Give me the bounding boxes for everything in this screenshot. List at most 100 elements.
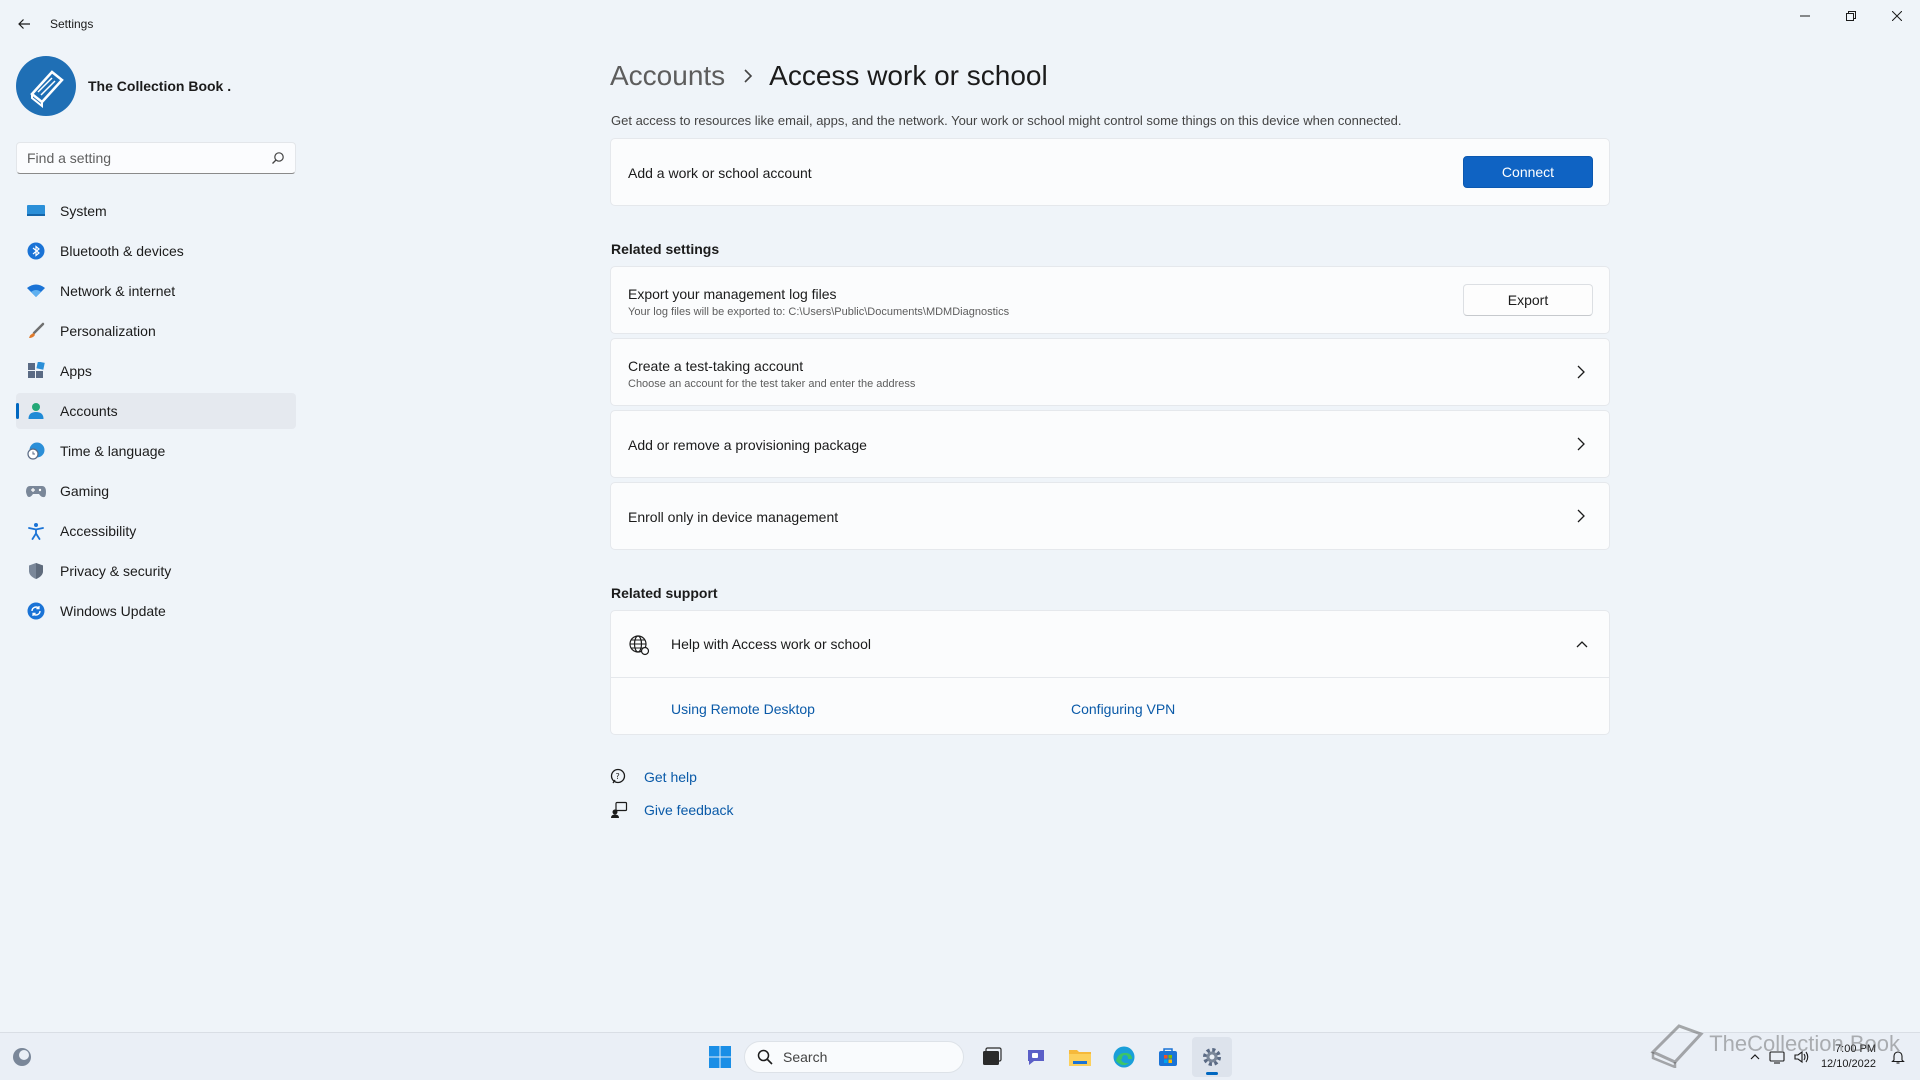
remote-desktop-link[interactable]: Using Remote Desktop [671,701,815,717]
enroll-title: Enroll only in device management [628,509,839,525]
sidebar-item-time-language[interactable]: Time & language [16,433,296,469]
related-support-header: Related support [611,585,718,601]
watermark-text: TheCollection Book [1709,1031,1900,1056]
help-expander[interactable]: Help with Access work or school [611,611,1609,678]
test-taking-account-card[interactable]: Create a test-taking account Choose an a… [610,338,1610,406]
sidebar-item-label: Privacy & security [60,563,172,579]
task-view-button[interactable] [972,1037,1012,1077]
book-watermark-icon [1650,1024,1704,1068]
close-button[interactable] [1874,0,1920,32]
taskbar-apps: Search [700,1037,1236,1077]
chevron-right-icon [1577,437,1585,451]
window-controls [1782,0,1920,32]
clock-globe-icon [26,441,46,461]
settings-window: Settings The Collection Book . Find a se… [0,0,1920,1032]
wifi-icon [26,281,46,301]
sidebar-item-label: Personalization [60,323,156,339]
svg-text:?: ? [616,772,620,781]
edge-browser-button[interactable] [1104,1037,1144,1077]
sidebar-item-accessibility[interactable]: Accessibility [16,513,296,549]
profile-name: The Collection Book . [88,78,232,94]
sidebar-item-privacy-security[interactable]: Privacy & security [16,553,296,589]
book-logo-icon [30,70,64,108]
get-help-link[interactable]: ? Get help [610,768,697,786]
sidebar-item-network[interactable]: Network & internet [16,273,296,309]
help-chat-icon: ? [610,768,626,784]
enroll-device-management-card[interactable]: Enroll only in device management [610,482,1610,550]
teams-chat-icon [1028,1050,1044,1065]
sidebar-item-apps[interactable]: Apps [16,353,296,389]
provisioning-package-card[interactable]: Add or remove a provisioning package [610,410,1610,478]
chat-button[interactable] [1016,1037,1056,1077]
breadcrumb: Accounts Access work or school [610,56,1048,96]
restore-icon [1846,11,1856,21]
give-feedback-link[interactable]: Give feedback [610,801,734,819]
gear-icon [1203,1048,1221,1066]
test-account-title: Create a test-taking account [628,358,804,374]
sidebar-item-personalization[interactable]: Personalization [16,313,296,349]
add-account-label: Add a work or school account [628,165,812,181]
minimize-button[interactable] [1782,0,1828,32]
related-settings-header: Related settings [611,241,720,257]
sidebar-item-label: Time & language [60,443,166,459]
export-button[interactable]: Export [1463,284,1593,316]
export-logs-card: Export your management log files Your lo… [610,266,1610,334]
feedback-icon [611,801,628,818]
globe-icon [629,635,650,656]
widgets-button[interactable] [10,1045,34,1074]
taskbar-search[interactable]: Search [744,1041,964,1073]
page-description: Get access to resources like email, apps… [611,113,1402,128]
sidebar-item-bluetooth[interactable]: Bluetooth & devices [16,233,296,269]
app-title: Settings [50,17,94,31]
close-icon [1892,11,1902,21]
export-logs-title: Export your management log files [628,286,837,302]
accounts-icon [26,401,46,421]
settings-taskbar-button[interactable] [1192,1037,1232,1077]
minimize-icon [1800,15,1810,17]
sidebar-item-accounts[interactable]: Accounts [16,393,296,429]
search-input[interactable] [27,143,257,173]
sidebar-item-system[interactable]: System [16,193,296,229]
page-title: Access work or school [769,60,1048,91]
sidebar-item-label: Network & internet [60,283,176,299]
search-box[interactable] [16,142,296,174]
connect-button[interactable]: Connect [1463,156,1593,188]
shield-icon [26,561,46,581]
file-explorer-button[interactable] [1060,1037,1100,1077]
sidebar-item-label: System [60,203,107,219]
gamepad-icon [26,481,46,501]
start-button[interactable] [700,1037,740,1077]
chevron-right-icon [1577,509,1585,523]
task-view-icon [983,1047,1002,1065]
provisioning-title: Add or remove a provisioning package [628,437,867,453]
title-bar: Settings [0,0,1920,48]
chevron-up-icon[interactable] [1575,637,1589,651]
get-help-label: Get help [644,769,697,785]
breadcrumb-parent-link[interactable]: Accounts [610,60,725,92]
chevron-right-icon [1577,365,1585,379]
taskbar: Search 7:00 PM 12/10/2022 [0,1032,1920,1080]
related-support-card: Help with Access work or school Using Re… [610,610,1610,735]
add-account-card: Add a work or school account Connect [610,138,1610,206]
restore-button[interactable] [1828,0,1874,32]
brush-icon [26,321,46,341]
sidebar-item-windows-update[interactable]: Windows Update [16,593,296,629]
sidebar-item-label: Bluetooth & devices [60,243,184,259]
microsoft-store-button[interactable] [1148,1037,1188,1077]
sidebar-item-label: Accounts [60,403,118,419]
windows-logo-icon [709,1046,731,1068]
search-icon [757,1049,773,1065]
back-arrow-icon [18,19,30,29]
back-button[interactable] [10,10,38,38]
watermark: TheCollection Book [1649,1020,1900,1068]
test-account-subtitle: Choose an account for the test taker and… [628,378,916,390]
sidebar-item-gaming[interactable]: Gaming [16,473,296,509]
system-icon [26,201,46,221]
configuring-vpn-link[interactable]: Configuring VPN [1071,701,1175,717]
sidebar-item-label: Apps [60,363,92,379]
help-title: Help with Access work or school [671,636,871,652]
user-profile[interactable]: The Collection Book . [16,56,231,116]
export-logs-subtitle: Your log files will be exported to: C:\U… [628,306,1010,318]
search-icon[interactable] [271,151,285,165]
store-icon [1159,1048,1177,1066]
